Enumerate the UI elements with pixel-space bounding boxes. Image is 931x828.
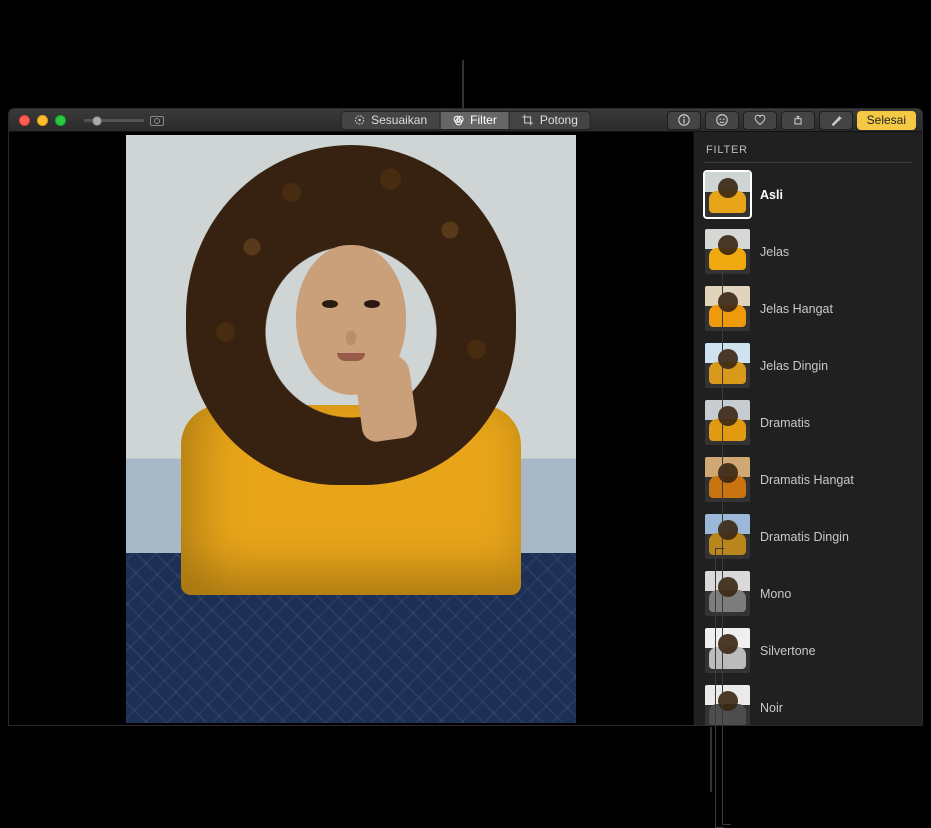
info-button[interactable] xyxy=(667,111,701,130)
filter-item-silvertone[interactable]: Silvertone xyxy=(704,627,912,674)
adjust-tab[interactable]: Sesuaikan xyxy=(340,111,440,130)
filter-icon xyxy=(452,114,464,126)
filter-item-label: Jelas Hangat xyxy=(760,302,833,316)
filter-item-label: Mono xyxy=(760,587,791,601)
filter-item-label: Dramatis xyxy=(760,416,810,430)
editor-content: FILTER Asli Jelas Jelas Hangat Jelas Dingin… xyxy=(9,132,922,725)
fullscreen-window-button[interactable] xyxy=(55,115,66,126)
filter-item-label: Dramatis Dingin xyxy=(760,530,849,544)
filter-item-label: Jelas Dingin xyxy=(760,359,828,373)
callout-bracket-subset xyxy=(715,548,723,828)
filter-item-label: Asli xyxy=(760,188,783,202)
filter-tab[interactable]: Filter xyxy=(440,111,510,130)
filter-item-dramatis-dingin[interactable]: Dramatis Dingin xyxy=(704,513,912,560)
filter-item-label: Silvertone xyxy=(760,644,816,658)
filter-item-jelas-dingin[interactable]: Jelas Dingin xyxy=(704,342,912,389)
filter-list: Asli Jelas Jelas Hangat Jelas Dingin Dramati… xyxy=(704,171,912,725)
filter-item-dramatis[interactable]: Dramatis xyxy=(704,399,912,446)
callout-line-bottom xyxy=(710,727,712,792)
done-button[interactable]: Selesai xyxy=(857,111,916,130)
adjust-tab-label: Sesuaikan xyxy=(371,113,427,127)
filter-tab-label: Filter xyxy=(470,113,497,127)
toolbar-right-group: Selesai xyxy=(667,109,916,131)
photo-preview xyxy=(126,135,576,723)
edit-mode-segmented-control: Sesuaikan Filter Potong xyxy=(340,109,591,131)
filter-item-jelas-hangat[interactable]: Jelas Hangat xyxy=(704,285,912,332)
filter-item-dramatis-hangat[interactable]: Dramatis Hangat xyxy=(704,456,912,503)
rotate-button[interactable] xyxy=(781,111,815,130)
filter-item-mono[interactable]: Mono xyxy=(704,570,912,617)
filter-thumbnail xyxy=(705,172,750,217)
filter-item-label: Noir xyxy=(760,701,783,715)
filter-thumbnail xyxy=(705,229,750,274)
done-button-label: Selesai xyxy=(867,113,906,127)
window-controls xyxy=(9,115,66,126)
minimize-window-button[interactable] xyxy=(37,115,48,126)
titlebar: Sesuaikan Filter Potong xyxy=(9,109,922,132)
filter-sidebar-title: FILTER xyxy=(704,140,912,163)
photos-edit-window: Sesuaikan Filter Potong xyxy=(8,108,923,726)
filter-item-label: Dramatis Hangat xyxy=(760,473,854,487)
filter-item-noir[interactable]: Noir xyxy=(704,684,912,725)
filter-item-label: Jelas xyxy=(760,245,789,259)
filter-item-jelas[interactable]: Jelas xyxy=(704,228,912,275)
zoom-fit-icon xyxy=(150,116,164,126)
face-detect-button[interactable] xyxy=(705,111,739,130)
crop-icon xyxy=(522,114,534,126)
auto-enhance-button[interactable] xyxy=(819,111,853,130)
filter-item-asli[interactable]: Asli xyxy=(704,171,912,218)
callout-line-top xyxy=(462,60,464,110)
favorite-button[interactable] xyxy=(743,111,777,130)
crop-tab[interactable]: Potong xyxy=(510,111,591,130)
zoom-slider[interactable] xyxy=(84,109,164,132)
adjust-icon xyxy=(353,114,365,126)
photo-canvas[interactable] xyxy=(9,132,693,725)
close-window-button[interactable] xyxy=(19,115,30,126)
crop-tab-label: Potong xyxy=(540,113,578,127)
